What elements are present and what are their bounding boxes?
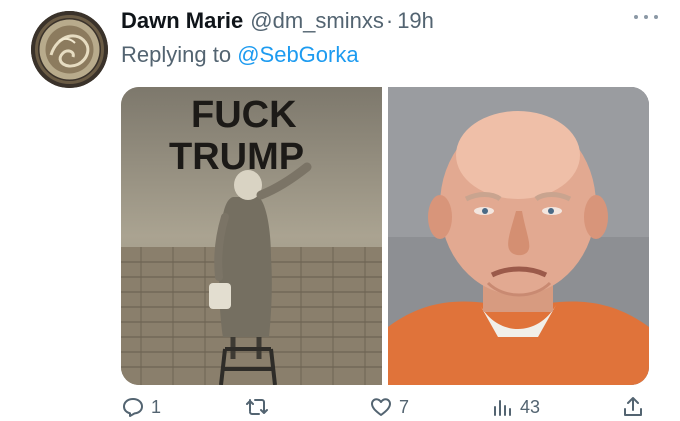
media-image-graffiti[interactable]: FUCK TRUMP (121, 87, 382, 385)
graffiti-text-fuck: FUCK (191, 94, 297, 136)
tweet-actions: 1 7 43 (121, 395, 651, 421)
like-button[interactable]: 7 (369, 395, 409, 419)
retweet-icon (246, 399, 268, 415)
author-name[interactable]: Dawn Marie (121, 8, 243, 34)
more-icon[interactable] (634, 12, 658, 22)
separator-dot: · (385, 8, 394, 33)
replying-to-mention[interactable]: @SebGorka (237, 42, 358, 67)
views-icon (494, 400, 511, 416)
tweet-media: FUCK TRUMP (121, 87, 649, 385)
like-count: 7 (399, 396, 410, 417)
reply-count: 1 (151, 396, 162, 417)
share-icon (624, 397, 642, 416)
views-button[interactable]: 43 (490, 395, 540, 419)
reply-button[interactable]: 1 (121, 395, 161, 419)
views-count: 43 (520, 396, 541, 417)
tweet-time[interactable]: 19h (397, 8, 434, 34)
avatar[interactable] (31, 11, 108, 88)
graffiti-text-trump: TRUMP (169, 136, 304, 178)
replying-to: Replying to @SebGorka (121, 42, 359, 68)
avatar-image (31, 11, 108, 88)
reply-icon (123, 398, 143, 417)
retweet-button[interactable] (245, 395, 275, 419)
media-image-mugshot[interactable] (388, 87, 649, 385)
like-icon (371, 398, 391, 416)
replying-to-label: Replying to (121, 42, 232, 67)
share-button[interactable] (621, 395, 645, 419)
tweet-header: Dawn Marie @dm_sminxs · 19h (121, 8, 670, 40)
author-handle[interactable]: @dm_sminxs (250, 8, 384, 34)
